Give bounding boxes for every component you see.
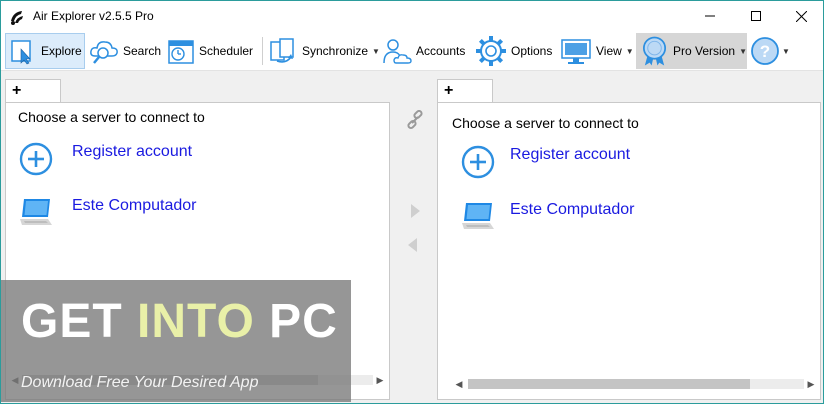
- left-add-tab-button[interactable]: +: [5, 79, 61, 103]
- search-cloud-icon: [90, 41, 118, 64]
- close-button[interactable]: [778, 1, 824, 31]
- left-register-account[interactable]: Register account: [16, 139, 192, 179]
- add-circle-icon: [19, 142, 53, 176]
- right-add-tab-button[interactable]: +: [437, 79, 493, 103]
- synchronize-label: Synchronize: [302, 44, 369, 58]
- search-label: Search: [123, 44, 162, 58]
- right-este-computador-label: Este Computador: [510, 201, 635, 218]
- synchronize-button[interactable]: Synchronize ▼: [268, 33, 380, 69]
- maximize-button[interactable]: [733, 1, 779, 31]
- scheduler-button[interactable]: Scheduler: [167, 33, 253, 69]
- explore-icon: [11, 40, 31, 65]
- pro-version-dropdown-icon: ▼: [739, 46, 747, 56]
- close-icon: [795, 10, 807, 22]
- computer-icon: [462, 203, 494, 229]
- watermark-word-into: INTO: [137, 295, 255, 348]
- right-este-computador[interactable]: Este Computador: [458, 197, 635, 237]
- app-logo-icon: [11, 11, 23, 25]
- scheduler-label: Scheduler: [199, 44, 254, 58]
- scroll-right-icon[interactable]: ▶: [373, 373, 387, 387]
- left-este-computador-label: Este Computador: [72, 197, 197, 214]
- watermark-word-pc: PC: [254, 295, 338, 348]
- accounts-label: Accounts: [416, 44, 466, 58]
- left-register-account-label: Register account: [72, 143, 193, 160]
- toolbar-divider: [262, 37, 263, 65]
- watermark-banner: GET INTO PC Download Free Your Desired A…: [1, 280, 351, 402]
- left-tab-bar: +: [5, 79, 390, 103]
- computer-icon: [20, 199, 52, 225]
- minimize-button[interactable]: [687, 1, 733, 31]
- help-dropdown-icon: ▼: [782, 46, 790, 56]
- minimize-icon: [705, 15, 715, 17]
- accounts-button[interactable]: Accounts: [382, 33, 465, 69]
- watermark-title: GET INTO PC: [21, 294, 338, 349]
- view-button[interactable]: View ▼: [560, 33, 634, 69]
- right-tab-bar: +: [437, 79, 821, 103]
- help-icon: ?: [751, 37, 779, 65]
- window-title: Air Explorer v2.5.5 Pro: [33, 9, 154, 23]
- right-panel: Choose a server to connect to Register a…: [437, 102, 821, 400]
- title-bar: Air Explorer v2.5.5 Pro: [1, 1, 823, 31]
- link-icon[interactable]: [405, 110, 425, 130]
- watermark-tagline: Download Free Your Desired App: [21, 374, 259, 391]
- pro-version-button[interactable]: Pro Version ▼: [636, 33, 747, 69]
- left-este-computador[interactable]: Este Computador: [16, 193, 197, 233]
- options-gear-icon: [476, 36, 506, 66]
- help-button[interactable]: ? ▼: [750, 33, 790, 69]
- synchronize-dropdown-icon: ▼: [372, 46, 380, 56]
- synchronize-icon: [270, 38, 294, 63]
- view-label: View: [596, 44, 622, 58]
- svg-text:?: ?: [760, 42, 770, 61]
- right-horizontal-scrollbar[interactable]: ◀ ▶: [438, 377, 820, 391]
- search-button[interactable]: Search: [89, 33, 161, 69]
- pro-badge-icon: [642, 36, 667, 66]
- maximize-icon: [751, 11, 761, 21]
- options-button[interactable]: Options: [475, 33, 552, 69]
- scheduler-calendar-icon: [168, 40, 194, 64]
- app-window: Air Explorer v2.5.5 Pro Explore Search S…: [0, 0, 824, 404]
- accounts-icon: [383, 39, 412, 64]
- right-register-account-label: Register account: [510, 146, 631, 163]
- right-register-account[interactable]: Register account: [458, 142, 630, 182]
- explore-button[interactable]: Explore: [5, 33, 85, 69]
- copy-right-arrow-icon[interactable]: [409, 203, 421, 219]
- options-label: Options: [511, 44, 553, 58]
- view-monitor-icon: [561, 39, 591, 64]
- add-circle-icon: [461, 145, 495, 179]
- view-dropdown-icon: ▼: [625, 46, 634, 56]
- right-panel-heading: Choose a server to connect to: [452, 115, 639, 131]
- scroll-left-icon[interactable]: ◀: [452, 377, 466, 391]
- right-scroll-thumb[interactable]: [468, 379, 750, 389]
- main-toolbar: Explore Search Scheduler Synchronize ▼ A…: [1, 31, 823, 71]
- scroll-right-icon[interactable]: ▶: [804, 377, 818, 391]
- watermark-word-get: GET: [21, 295, 138, 348]
- copy-left-arrow-icon[interactable]: [407, 237, 419, 253]
- left-panel-heading: Choose a server to connect to: [18, 109, 205, 125]
- pro-version-label: Pro Version: [673, 44, 736, 58]
- explore-label: Explore: [41, 44, 82, 58]
